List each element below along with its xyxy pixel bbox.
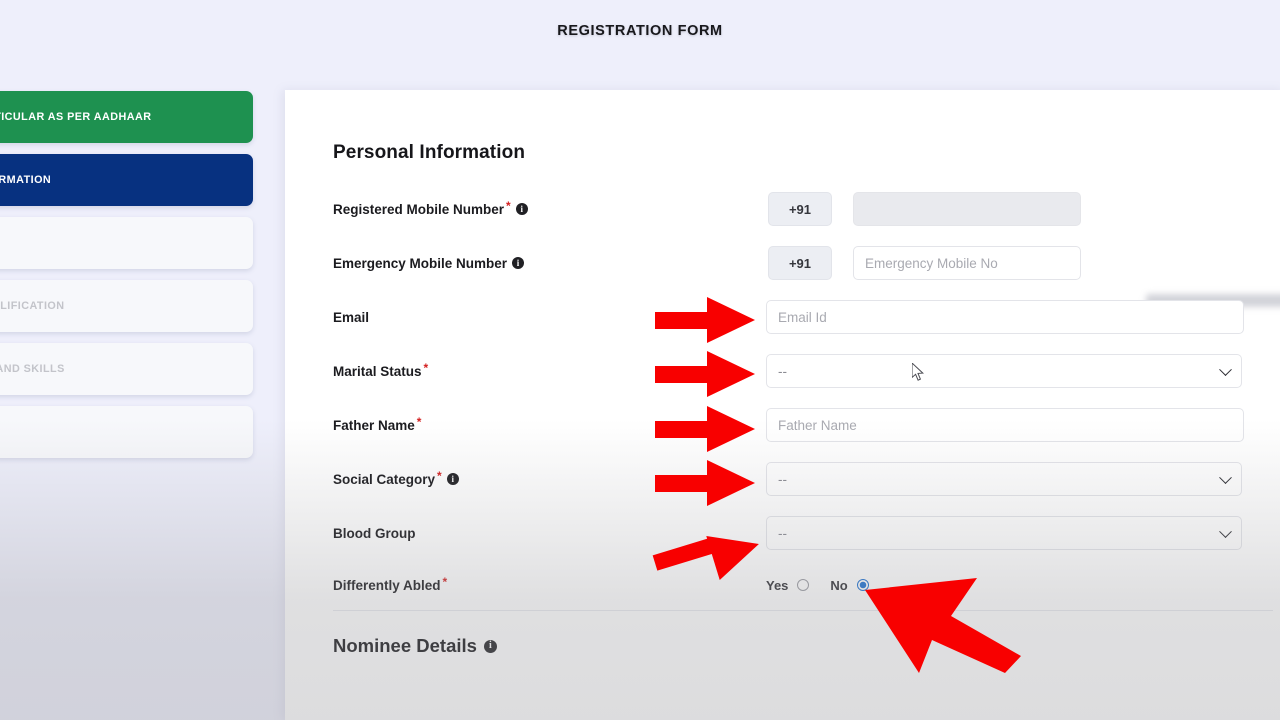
- label-text: Father Name: [333, 417, 415, 433]
- info-icon[interactable]: i: [515, 203, 528, 215]
- differently-abled-radio-group: Yes No: [766, 578, 869, 593]
- blood-group-value: --: [778, 525, 787, 541]
- field-row-emergency-mobile-number: Emergency Mobile Number i +91: [333, 246, 1273, 280]
- field-row-registered-mobile-number: Registered Mobile Number * i +91: [333, 192, 1273, 226]
- section-divider: [333, 610, 1273, 611]
- info-icon[interactable]: i: [512, 257, 525, 269]
- required-asterisk: *: [437, 469, 442, 483]
- sidebar-item-education-qualification[interactable]: EDUCATION QUALIFICATION: [0, 280, 253, 332]
- field-label-registered-mobile-number: Registered Mobile Number * i: [333, 199, 768, 217]
- info-icon[interactable]: i: [483, 639, 497, 653]
- control-group: [766, 408, 1244, 442]
- registered-mobile-input[interactable]: [853, 192, 1081, 226]
- info-icon[interactable]: i: [446, 473, 459, 485]
- radio-label-no: No: [830, 577, 848, 593]
- sidebar-item-label: PERSONAL INFORMATION: [0, 174, 52, 186]
- label-text: Differently Abled: [333, 577, 441, 593]
- radio-yes[interactable]: [797, 579, 810, 591]
- annotation-arrow-differently-abled: [865, 578, 1021, 673]
- label-text: Blood Group: [333, 525, 416, 541]
- sidebar-item-certification-and-skills[interactable]: CERTIFICATION AND SKILLS: [0, 343, 253, 395]
- required-asterisk: *: [423, 361, 429, 375]
- page-header: REGISTRATION FORM: [0, 0, 1280, 62]
- emergency-mobile-input[interactable]: [853, 246, 1081, 280]
- required-asterisk: *: [442, 575, 448, 589]
- field-row-social-category: Social Category * i --: [333, 462, 1273, 496]
- control-group: +91: [768, 246, 1081, 280]
- page-title: REGISTRATION FORM: [557, 23, 723, 39]
- country-code-emergency-mobile: +91: [768, 246, 832, 280]
- label-text: Social Category: [333, 471, 436, 487]
- mouse-cursor-icon: [912, 363, 924, 381]
- annotation-arrow-email: [655, 297, 755, 343]
- required-asterisk: *: [416, 415, 422, 429]
- required-asterisk: *: [506, 199, 511, 213]
- field-label-emergency-mobile-number: Emergency Mobile Number i: [333, 256, 768, 271]
- sidebar-item-label: CERTIFICATION AND SKILLS: [0, 363, 65, 375]
- main-form-card: Personal Information Registered Mobile N…: [285, 90, 1280, 720]
- annotation-arrow-blood-group: [652, 521, 766, 583]
- label-text: Email: [333, 309, 370, 325]
- field-row-blood-group: Blood Group --: [333, 516, 1273, 550]
- father-name-input[interactable]: [766, 408, 1244, 442]
- social-category-select[interactable]: --: [766, 462, 1242, 496]
- label-text: Registered Mobile Number: [333, 201, 505, 217]
- field-row-marital-status: Marital Status * --: [333, 354, 1273, 388]
- country-code-registered-mobile: +91: [768, 192, 832, 226]
- sidebar-item-personal-information[interactable]: PERSONAL INFORMATION: [0, 154, 253, 206]
- chevron-down-icon: [1219, 471, 1232, 485]
- blood-group-select[interactable]: --: [766, 516, 1242, 550]
- sidebar-item-personal-particular-aadhaar[interactable]: PERSONAL PARTICULAR AS PER AADHAAR: [0, 91, 253, 143]
- radio-label-yes: Yes: [766, 577, 789, 593]
- email-input[interactable]: [766, 300, 1244, 334]
- control-group: +91: [768, 192, 1081, 226]
- sidebar-item-bank-details[interactable]: BANK DETAILS: [0, 406, 253, 458]
- annotation-arrow-father-name: [655, 406, 755, 452]
- field-row-email: Email: [333, 300, 1273, 334]
- chevron-down-icon: [1219, 363, 1232, 377]
- section-title: Personal Information: [333, 142, 526, 163]
- sub-section-title-text: Nominee Details: [333, 635, 477, 656]
- sidebar-nav: PERSONAL PARTICULAR AS PER AADHAAR PERSO…: [0, 62, 253, 720]
- control-group: [766, 300, 1244, 334]
- field-row-father-name: Father Name *: [333, 408, 1273, 442]
- sidebar-item-address[interactable]: ADDRESS: [0, 217, 253, 269]
- chevron-down-icon: [1219, 525, 1232, 539]
- sidebar-item-label: PERSONAL PARTICULAR AS PER AADHAAR: [0, 111, 152, 123]
- label-text: Emergency Mobile Number: [333, 255, 508, 271]
- annotation-arrow-social-category: [655, 460, 755, 506]
- social-category-value: --: [778, 471, 787, 487]
- marital-status-value: --: [778, 363, 787, 379]
- annotation-arrow-marital-status: [655, 351, 755, 397]
- sub-section-title: Nominee Details i: [333, 635, 497, 657]
- label-text: Marital Status: [333, 363, 422, 379]
- field-row-differently-abled: Differently Abled * Yes No: [333, 570, 1273, 600]
- marital-status-select[interactable]: --: [766, 354, 1242, 388]
- sidebar-item-label: EDUCATION QUALIFICATION: [0, 300, 65, 312]
